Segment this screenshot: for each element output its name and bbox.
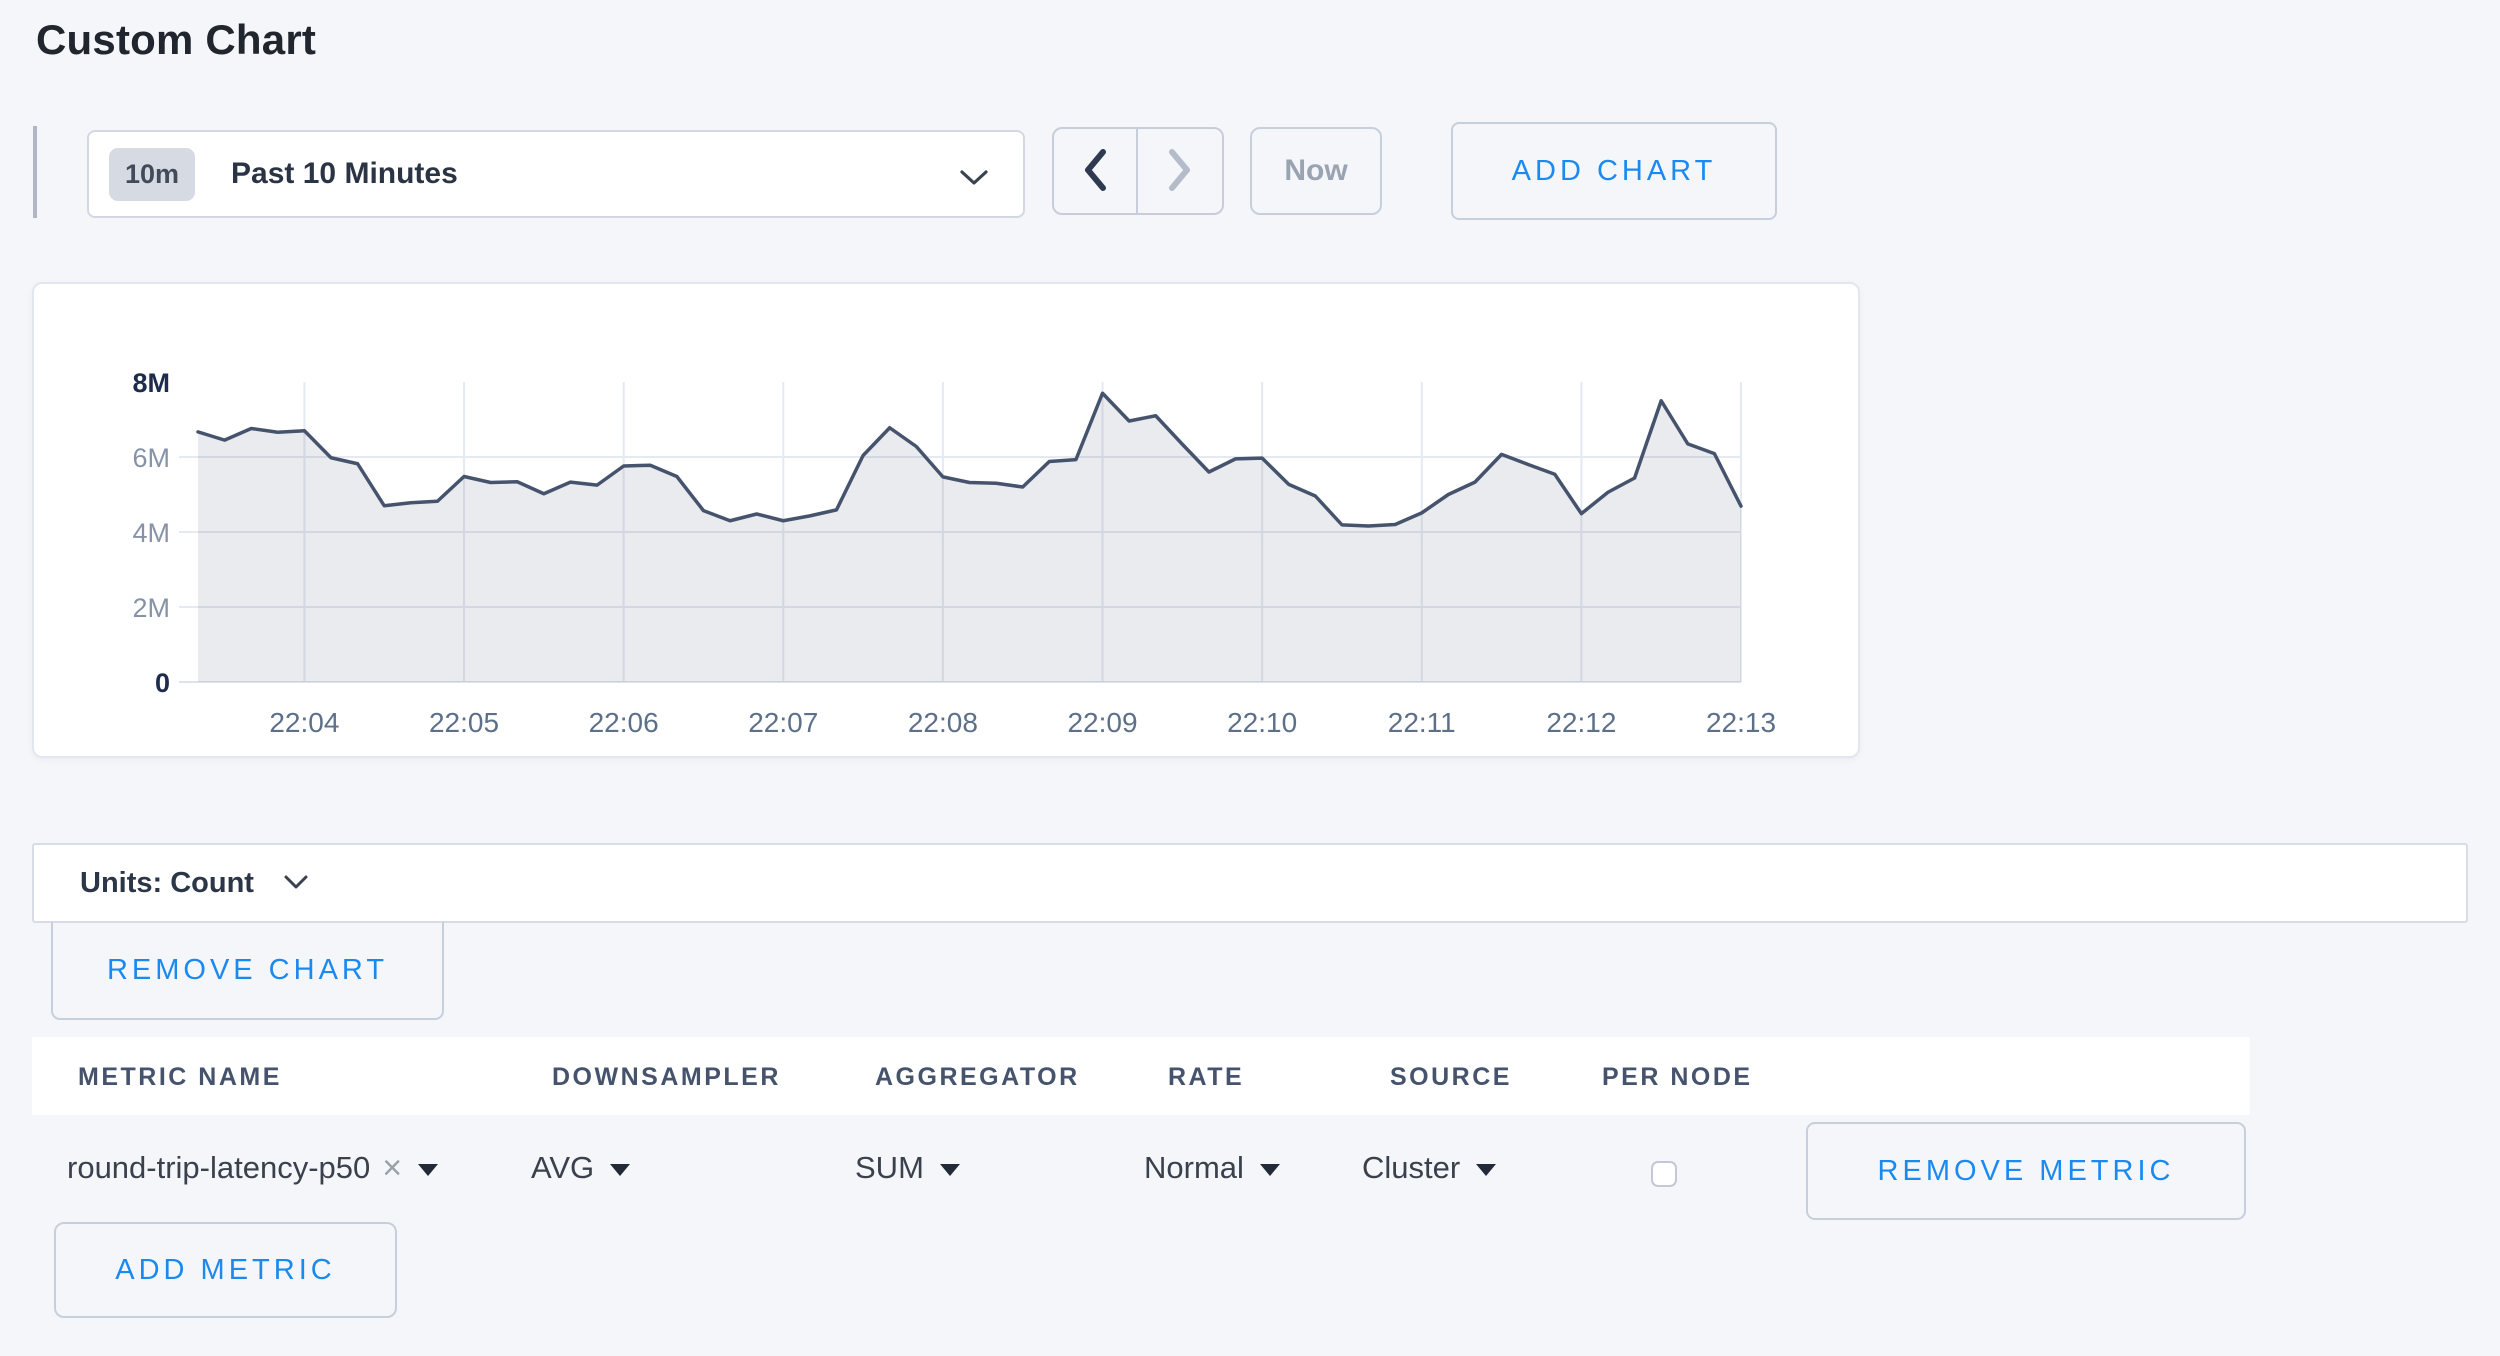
caret-down-icon — [418, 1164, 438, 1176]
add-metric-button[interactable]: ADD METRIC — [54, 1222, 397, 1318]
svg-text:22:05: 22:05 — [429, 707, 499, 738]
remove-tag-x-icon[interactable]: × — [382, 1151, 402, 1185]
chevron-left-icon — [1082, 148, 1108, 195]
caret-down-icon — [940, 1164, 960, 1176]
svg-text:22:12: 22:12 — [1546, 707, 1616, 738]
chevron-right-icon — [1167, 148, 1193, 195]
add-chart-button[interactable]: ADD CHART — [1451, 122, 1777, 220]
now-button[interactable]: Now — [1250, 127, 1382, 215]
metric-name-select[interactable]: round-trip-latency-p50 × — [67, 1114, 438, 1222]
per-node-checkbox[interactable] — [1651, 1161, 1677, 1187]
downsampler-value: AVG — [531, 1150, 594, 1186]
column-header-metric-name: METRIC NAME — [78, 1063, 282, 1092]
remove-chart-button[interactable]: REMOVE CHART — [51, 921, 444, 1020]
time-range-badge: 10m — [109, 148, 195, 201]
svg-text:22:07: 22:07 — [748, 707, 818, 738]
svg-text:0: 0 — [155, 668, 170, 698]
aggregator-select[interactable]: SUM — [855, 1114, 960, 1222]
svg-text:22:04: 22:04 — [269, 707, 339, 738]
rate-value: Normal — [1144, 1150, 1244, 1186]
column-header-downsampler: DOWNSAMPLER — [552, 1063, 781, 1092]
svg-text:22:06: 22:06 — [589, 707, 659, 738]
rate-select[interactable]: Normal — [1144, 1114, 1280, 1222]
svg-text:6M: 6M — [132, 443, 170, 473]
svg-text:22:11: 22:11 — [1388, 707, 1456, 738]
chevron-down-icon — [284, 875, 308, 895]
downsampler-select[interactable]: AVG — [531, 1114, 630, 1222]
svg-text:22:10: 22:10 — [1227, 707, 1297, 738]
time-range-dropdown[interactable]: 10m Past 10 Minutes — [87, 130, 1025, 218]
chart-card: 0 2M 4M 6M 8M 22:04 22:05 22:06 22:07 22:08 22:09 2… — [32, 282, 1860, 758]
chevron-down-icon — [959, 169, 989, 192]
aggregator-value: SUM — [855, 1150, 924, 1186]
toolbar-divider — [33, 126, 37, 218]
svg-text:22:09: 22:09 — [1067, 707, 1137, 738]
time-range-label: Past 10 Minutes — [231, 157, 458, 191]
page-title: Custom Chart — [36, 16, 316, 64]
metrics-table-header: METRIC NAME DOWNSAMPLER AGGREGATOR RATE … — [32, 1037, 2250, 1115]
units-label: Units: Count — [80, 867, 254, 900]
column-header-per-node: PER NODE — [1602, 1063, 1753, 1092]
timeseries-chart: 0 2M 4M 6M 8M 22:04 22:05 22:06 22:07 22:08 22:09 2… — [34, 284, 1858, 756]
caret-down-icon — [1260, 1164, 1280, 1176]
remove-metric-button[interactable]: REMOVE METRIC — [1806, 1122, 2246, 1220]
next-range-button[interactable] — [1138, 129, 1222, 213]
source-select[interactable]: Cluster — [1362, 1114, 1496, 1222]
svg-text:4M: 4M — [132, 518, 170, 548]
column-header-rate: RATE — [1168, 1063, 1244, 1092]
metric-name-value: round-trip-latency-p50 — [67, 1150, 370, 1186]
svg-text:2M: 2M — [132, 593, 170, 623]
time-nav-group — [1052, 127, 1224, 215]
units-dropdown[interactable]: Units: Count — [32, 843, 2468, 923]
source-value: Cluster — [1362, 1150, 1460, 1186]
svg-text:8M: 8M — [132, 368, 170, 398]
caret-down-icon — [1476, 1164, 1496, 1176]
svg-text:22:13: 22:13 — [1706, 707, 1776, 738]
column-header-source: SOURCE — [1390, 1063, 1512, 1092]
prev-range-button[interactable] — [1054, 129, 1138, 213]
svg-text:22:08: 22:08 — [908, 707, 978, 738]
caret-down-icon — [610, 1164, 630, 1176]
column-header-aggregator: AGGREGATOR — [875, 1063, 1080, 1092]
